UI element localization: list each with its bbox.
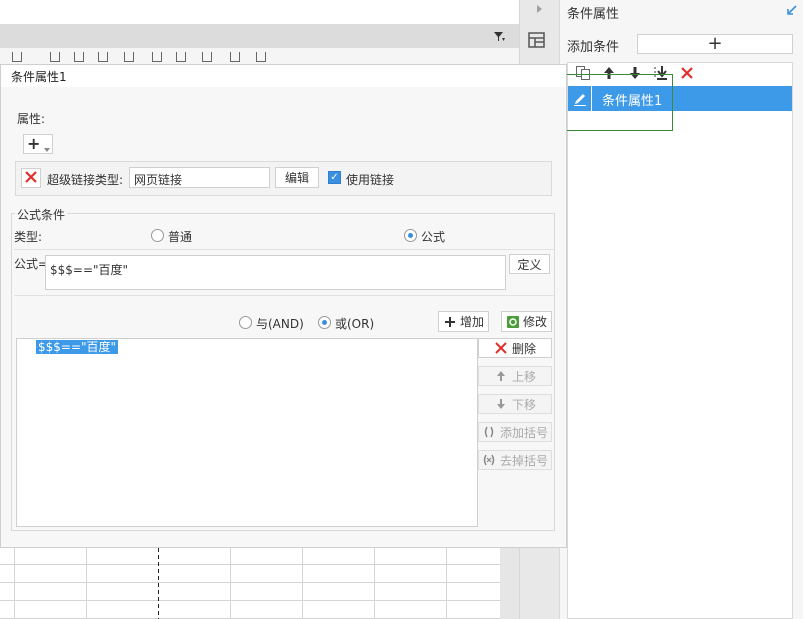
toolbar-glyph-icon[interactable]	[124, 52, 134, 62]
move-up-button[interactable]: 上移	[478, 366, 552, 386]
arrow-down-icon	[494, 397, 508, 411]
formula-input[interactable]: $$$=="百度"	[45, 255, 506, 290]
type-label: 类型:	[14, 230, 43, 244]
type-normal-radio[interactable]	[151, 229, 164, 242]
editor-toolbar-strip	[0, 24, 519, 48]
condition-attribute-panel-icon[interactable]	[527, 30, 547, 50]
move-down-label: 下移	[511, 397, 536, 412]
dropdown-arrow-icon	[44, 142, 51, 156]
toolbar-glyph-icon[interactable]	[230, 52, 240, 62]
spreadsheet-grid[interactable]	[0, 548, 519, 619]
type-formula-label[interactable]: 公式	[421, 228, 445, 245]
toolbar-glyph-icon[interactable]	[74, 52, 84, 62]
toolbar-glyph-icon[interactable]	[50, 52, 60, 62]
delete-icon	[24, 170, 38, 187]
define-button[interactable]: 定义	[509, 254, 550, 274]
remove-bracket-button[interactable]: 去掉括号	[478, 450, 552, 470]
editor-toolbar	[0, 48, 519, 64]
toolbar-glyph-icon[interactable]	[176, 52, 186, 62]
move-up-label: 上移	[511, 369, 536, 384]
grid-scrollbar-gutter[interactable]	[500, 548, 519, 619]
bracket-icon	[482, 425, 496, 439]
delete-rule-button[interactable]: 删除	[478, 338, 552, 358]
add-bracket-label: 添加括号	[499, 425, 548, 440]
condition-rule-list[interactable]	[16, 338, 478, 527]
delete-label: 删除	[511, 341, 536, 356]
move-down-button[interactable]: 下移	[478, 394, 552, 414]
add-condition-rule-button[interactable]: 增加	[438, 311, 489, 332]
logic-or-label[interactable]: 或(OR)	[335, 315, 374, 332]
delete-attribute-button[interactable]	[21, 168, 41, 188]
logic-and-radio[interactable]	[239, 316, 252, 329]
toolbar-glyph-icon[interactable]	[98, 52, 108, 62]
shrink-arrow-icon[interactable]	[785, 3, 799, 17]
toolbar-glyph-icon[interactable]	[202, 52, 212, 62]
arrow-up-icon	[494, 369, 508, 383]
modify-button[interactable]: 修改	[501, 311, 552, 332]
toolbar-glyph-icon[interactable]	[12, 52, 22, 62]
dialog-title: 条件属性1	[11, 70, 67, 84]
add-attribute-button[interactable]: +	[23, 134, 53, 154]
delete-icon[interactable]	[678, 64, 696, 82]
panel-title: 条件属性	[567, 7, 620, 22]
condition-list	[567, 62, 793, 619]
remove-bracket-label: 去掉括号	[499, 453, 548, 468]
plus-icon: +	[27, 134, 41, 153]
collapse-arrow-icon[interactable]	[534, 3, 544, 15]
add-condition-label: 添加条件	[567, 40, 620, 55]
plus-icon	[443, 315, 457, 329]
use-link-checkbox[interactable]: ✓	[328, 171, 341, 184]
modify-label: 修改	[522, 315, 547, 329]
hyperlink-type-field[interactable]: 网页链接	[129, 167, 270, 188]
attribute-label: 属性:	[17, 112, 46, 126]
type-formula-radio[interactable]	[404, 229, 417, 242]
add-bracket-button[interactable]: 添加括号	[478, 422, 552, 442]
hyperlink-type-label: 超级链接类型:	[47, 173, 124, 187]
edit-button[interactable]: 编辑	[275, 167, 319, 188]
modify-icon	[506, 315, 520, 329]
add-label: 增加	[459, 315, 484, 329]
remove-bracket-icon	[482, 453, 496, 467]
condition-rule-item[interactable]: $$$=="百度"	[36, 340, 119, 354]
filter-icon[interactable]	[492, 29, 506, 43]
formula-label: 公式=	[14, 257, 49, 271]
add-condition-button[interactable]: +	[637, 34, 793, 54]
delete-icon	[494, 341, 508, 355]
formula-condition-label: 公式条件	[15, 206, 68, 223]
toolbar-glyph-icon[interactable]	[152, 52, 162, 62]
divider	[14, 295, 554, 296]
logic-and-label[interactable]: 与(AND)	[256, 315, 304, 332]
logic-or-radio[interactable]	[318, 316, 331, 329]
type-normal-label[interactable]: 普通	[168, 228, 192, 245]
divider	[14, 249, 554, 250]
toolbar-glyph-icon[interactable]	[256, 52, 266, 62]
use-link-label: 使用链接	[346, 173, 395, 187]
editor-top-area	[0, 0, 519, 24]
